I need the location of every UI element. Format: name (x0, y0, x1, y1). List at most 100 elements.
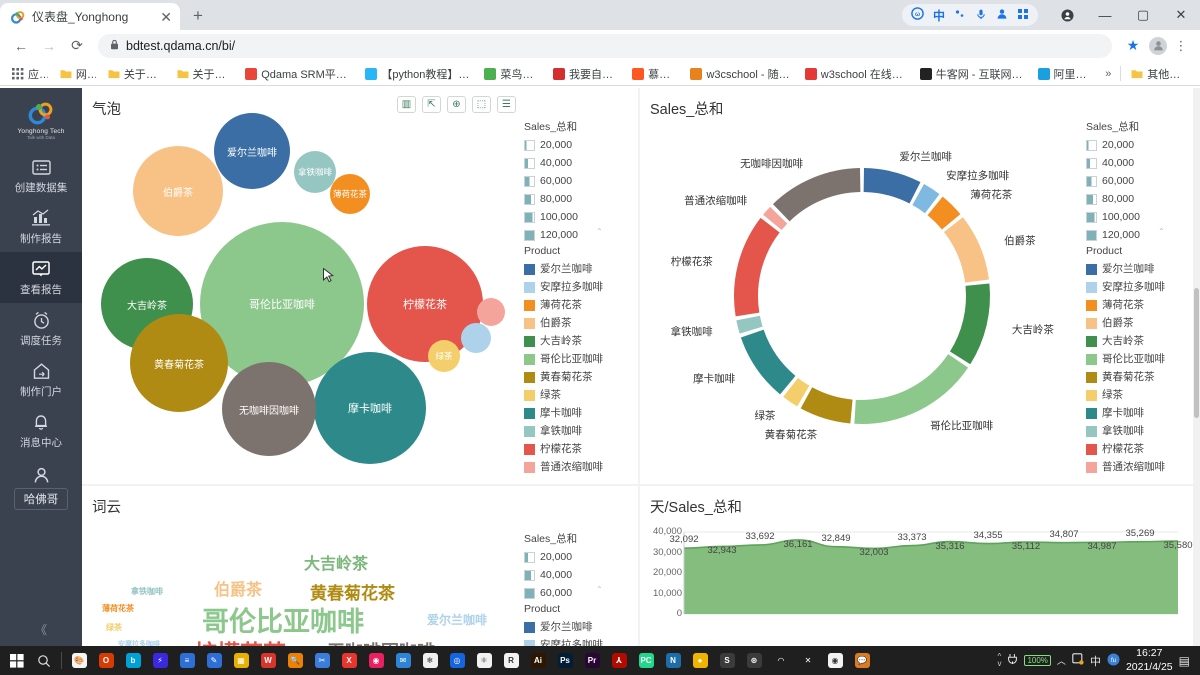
sidebar-collapse-button[interactable]: 《 (0, 621, 82, 638)
legend-scroll-handle[interactable]: ⌃ (596, 227, 638, 236)
legend-category-item[interactable]: 绿茶 (1086, 386, 1194, 404)
legend-category-item[interactable]: 安摩拉多咖啡 (1086, 278, 1194, 296)
bookmark-item[interactable]: w3cschool - 随时... (684, 64, 798, 84)
other-bookmarks-item[interactable]: 其他书签 (1125, 64, 1194, 84)
word-cloud-word[interactable]: 大吉岭茶 (304, 550, 368, 574)
bookmark-item[interactable]: 阿里天池 (1032, 64, 1101, 84)
legend-category-item[interactable]: 爱尔兰咖啡 (524, 618, 632, 636)
xmind-icon[interactable]: X (336, 648, 362, 674)
ime-toolbar[interactable]: ω 中 (901, 4, 1038, 26)
browser-menu-icon[interactable]: ⋮ (1170, 33, 1192, 59)
legend-size-item[interactable]: 60,000 (524, 172, 632, 190)
sidebar-item-message-center[interactable]: 消息中心 (0, 405, 82, 456)
spider-icon[interactable]: ⊛ (741, 648, 767, 674)
wps-icon[interactable]: W (255, 648, 281, 674)
legend-size-item[interactable]: 40,000 (524, 154, 632, 172)
legend-size-item[interactable]: 20,000 (1086, 136, 1194, 154)
donut-slice[interactable] (949, 283, 990, 365)
bubble-point[interactable]: 摩卡咖啡 (314, 352, 426, 464)
word-cloud-word[interactable]: 绿茶 (106, 622, 122, 633)
bilibili-icon[interactable]: b (120, 648, 146, 674)
ime-indicator[interactable]: 中 (1090, 653, 1101, 669)
mic-icon[interactable] (975, 8, 987, 23)
new-tab-button[interactable]: + (184, 2, 212, 30)
donut-slice[interactable] (854, 354, 969, 424)
bubble-point[interactable] (477, 298, 505, 326)
content-scrollbar[interactable] (1193, 88, 1200, 646)
maximize-button[interactable]: ▢ (1124, 0, 1162, 30)
legend-category-item[interactable]: 拿铁咖啡 (1086, 422, 1194, 440)
legend-size-item[interactable]: 60,000 (1086, 172, 1194, 190)
illustrator-icon[interactable]: Ai (525, 648, 551, 674)
legend-category-item[interactable]: 柠檬花茶 (524, 440, 632, 458)
legend-category-item[interactable]: 绿茶 (524, 386, 632, 404)
sidebar-user[interactable]: 哈佛哥 (0, 458, 82, 516)
bubble-point[interactable]: 爱尔兰咖啡 (214, 113, 290, 189)
avatar[interactable] (1149, 36, 1167, 55)
word-cloud-word[interactable]: 拿铁咖啡 (131, 586, 163, 597)
legend-size-item[interactable]: 20,000 (524, 136, 632, 154)
vscode-icon[interactable]: ✕ (795, 648, 821, 674)
punctuation-icon[interactable] (954, 8, 966, 23)
legend-category-item[interactable]: 爱尔兰咖啡 (1086, 260, 1194, 278)
legend-size-item[interactable]: 100,000 (524, 208, 632, 226)
legend-category-item[interactable]: 伯爵茶 (1086, 314, 1194, 332)
pycharm-icon[interactable]: PC (633, 648, 659, 674)
word-cloud-word[interactable]: 黄春菊花茶 (310, 579, 395, 604)
donut-slice[interactable] (734, 217, 780, 317)
browser-tab[interactable]: 仪表盘_Yonghong ✕ (0, 3, 180, 30)
legend-scroll-handle[interactable]: ⌃ (596, 585, 638, 594)
bookmark-item[interactable]: 牛客网 - 互联网求... (914, 64, 1032, 84)
legend-category-item[interactable]: 哥伦比亚咖啡 (1086, 350, 1194, 368)
notes-icon[interactable]: ≡ (174, 648, 200, 674)
premiere-icon[interactable]: Pr (579, 648, 605, 674)
circle-icon[interactable]: ◎ (444, 648, 470, 674)
legend-category-item[interactable]: 伯爵茶 (524, 314, 632, 332)
bookmark-item[interactable]: Qdama SRM平台(... (239, 64, 359, 84)
legend-size-item[interactable]: 80,000 (1086, 190, 1194, 208)
sidebar-item-view-report[interactable]: 查看报告 (0, 252, 82, 303)
bookmark-item[interactable]: 【python教程】数... (359, 64, 478, 84)
everything-icon[interactable]: 🔍 (282, 648, 308, 674)
chrome-icon[interactable]: ◉ (822, 648, 848, 674)
legend-category-item[interactable]: 安摩拉多咖啡 (524, 636, 632, 646)
ime-language-toggle[interactable]: 中 (933, 7, 945, 24)
mango-icon[interactable]: ● (687, 648, 713, 674)
snowflake-icon[interactable]: ❄ (417, 648, 443, 674)
windows-start-icon[interactable] (4, 648, 30, 674)
legend-size-item[interactable]: 40,000 (1086, 154, 1194, 172)
foxmail-icon[interactable]: ✉ (390, 648, 416, 674)
wechat-icon[interactable]: 💬 (849, 648, 875, 674)
bookmark-item[interactable]: 菜鸟教程 (478, 64, 547, 84)
grid-icon[interactable] (1017, 8, 1029, 23)
donut-slice[interactable] (736, 315, 763, 334)
orange-c-icon[interactable]: ◠ (768, 648, 794, 674)
sidebar-item-create-dataset[interactable]: 创建数据集 (0, 150, 82, 201)
legend-category-item[interactable]: 摩卡咖啡 (1086, 404, 1194, 422)
bookmark-item[interactable]: 网站 (54, 64, 102, 84)
sublime-icon[interactable]: S (714, 648, 740, 674)
office-icon[interactable]: O (93, 648, 119, 674)
screenshot-tool-icon[interactable] (1072, 653, 1084, 668)
bookmark-item[interactable]: 关于学习 (171, 64, 240, 84)
cloud-sync-icon[interactable]: fu (1107, 653, 1120, 669)
minimize-button[interactable]: — (1086, 0, 1124, 30)
legend-category-item[interactable]: 摩卡咖啡 (524, 404, 632, 422)
notification-center-icon[interactable]: ▤ (1179, 654, 1190, 668)
legend-category-item[interactable]: 安摩拉多咖啡 (524, 278, 632, 296)
word-cloud-word[interactable]: 安摩拉多咖啡 (118, 639, 160, 646)
legend-category-item[interactable]: 大吉岭茶 (524, 332, 632, 350)
window-close-button[interactable]: ✕ (1162, 0, 1200, 30)
donut-slice[interactable] (800, 387, 853, 424)
camera-icon[interactable]: ◉ (363, 648, 389, 674)
tray-expand-icon[interactable]: ^ v (997, 652, 1001, 667)
word-cloud-word[interactable]: 爱尔兰咖啡 (427, 611, 487, 628)
snip-icon[interactable]: ✂ (309, 648, 335, 674)
battery-status[interactable]: 100% (1024, 655, 1051, 666)
legend-size-item[interactable]: 20,000 (524, 548, 632, 566)
rstudio-icon[interactable]: R (498, 648, 524, 674)
bookmark-item[interactable]: 慕课网 (626, 64, 684, 84)
close-icon[interactable]: ✕ (160, 10, 172, 24)
legend-category-item[interactable]: 黄春菊花茶 (524, 368, 632, 386)
select-icon[interactable]: ⬚ (472, 96, 491, 113)
